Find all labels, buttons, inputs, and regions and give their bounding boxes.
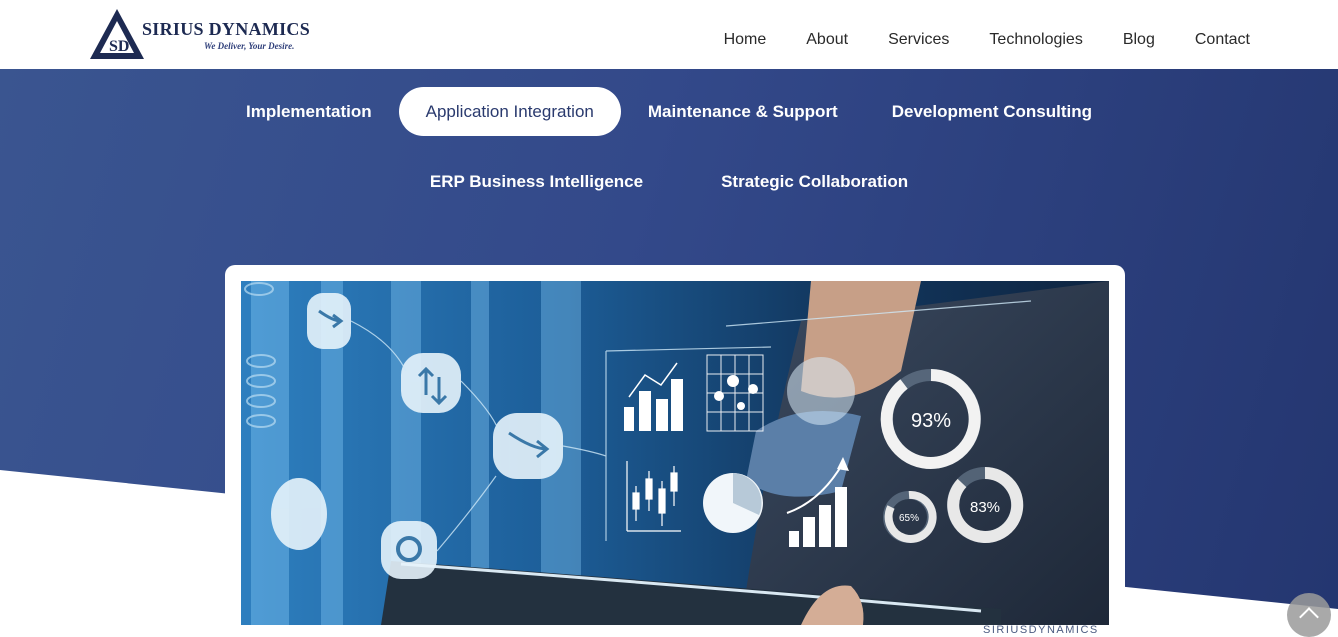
brand-name: SIRIUS DYNAMICS (142, 19, 311, 39)
site-header: SD SIRIUS DYNAMICS We Deliver, Your Desi… (0, 0, 1338, 69)
logo-letters: SD (109, 38, 129, 55)
services-hero: Implementation Application Integration M… (0, 69, 1338, 637)
nav-about[interactable]: About (806, 30, 848, 50)
brand-logo[interactable]: SD SIRIUS DYNAMICS We Deliver, Your Desi… (89, 7, 329, 61)
tab-erp-business-intelligence[interactable]: ERP Business Intelligence (391, 157, 682, 206)
service-tabs-row-1: Implementation Application Integration M… (0, 87, 1338, 136)
tab-development-consulting[interactable]: Development Consulting (865, 87, 1119, 136)
tab-implementation[interactable]: Implementation (219, 87, 399, 136)
tab-maintenance-support[interactable]: Maintenance & Support (621, 87, 865, 136)
gauge-93-label: 93% (911, 410, 951, 432)
gauge-83-label: 83% (970, 499, 1000, 516)
tab-application-integration[interactable]: Application Integration (398, 87, 621, 136)
gauge-65-label: 65% (899, 513, 919, 524)
scroll-to-top-button[interactable] (1287, 593, 1331, 637)
nav-home[interactable]: Home (724, 30, 767, 50)
service-tabs-row-2: ERP Business Intelligence Strategic Coll… (0, 157, 1338, 206)
nav-contact[interactable]: Contact (1195, 30, 1250, 50)
main-nav: Home About Services Technologies Blog Co… (684, 30, 1250, 50)
image-watermark: SIRIUSDYNAMICS (983, 624, 1099, 636)
chevron-up-icon (1299, 607, 1319, 627)
service-image-card: 93% 83% 65% (225, 265, 1125, 637)
business-analytics-image: 93% 83% 65% (241, 281, 1109, 625)
logo-triangle-icon: SD (90, 9, 144, 59)
tab-strategic-collaboration[interactable]: Strategic Collaboration (682, 157, 947, 206)
brand-tagline: We Deliver, Your Desire. (204, 41, 295, 51)
nav-blog[interactable]: Blog (1123, 30, 1155, 50)
nav-services[interactable]: Services (888, 30, 949, 50)
nav-technologies[interactable]: Technologies (989, 30, 1082, 50)
